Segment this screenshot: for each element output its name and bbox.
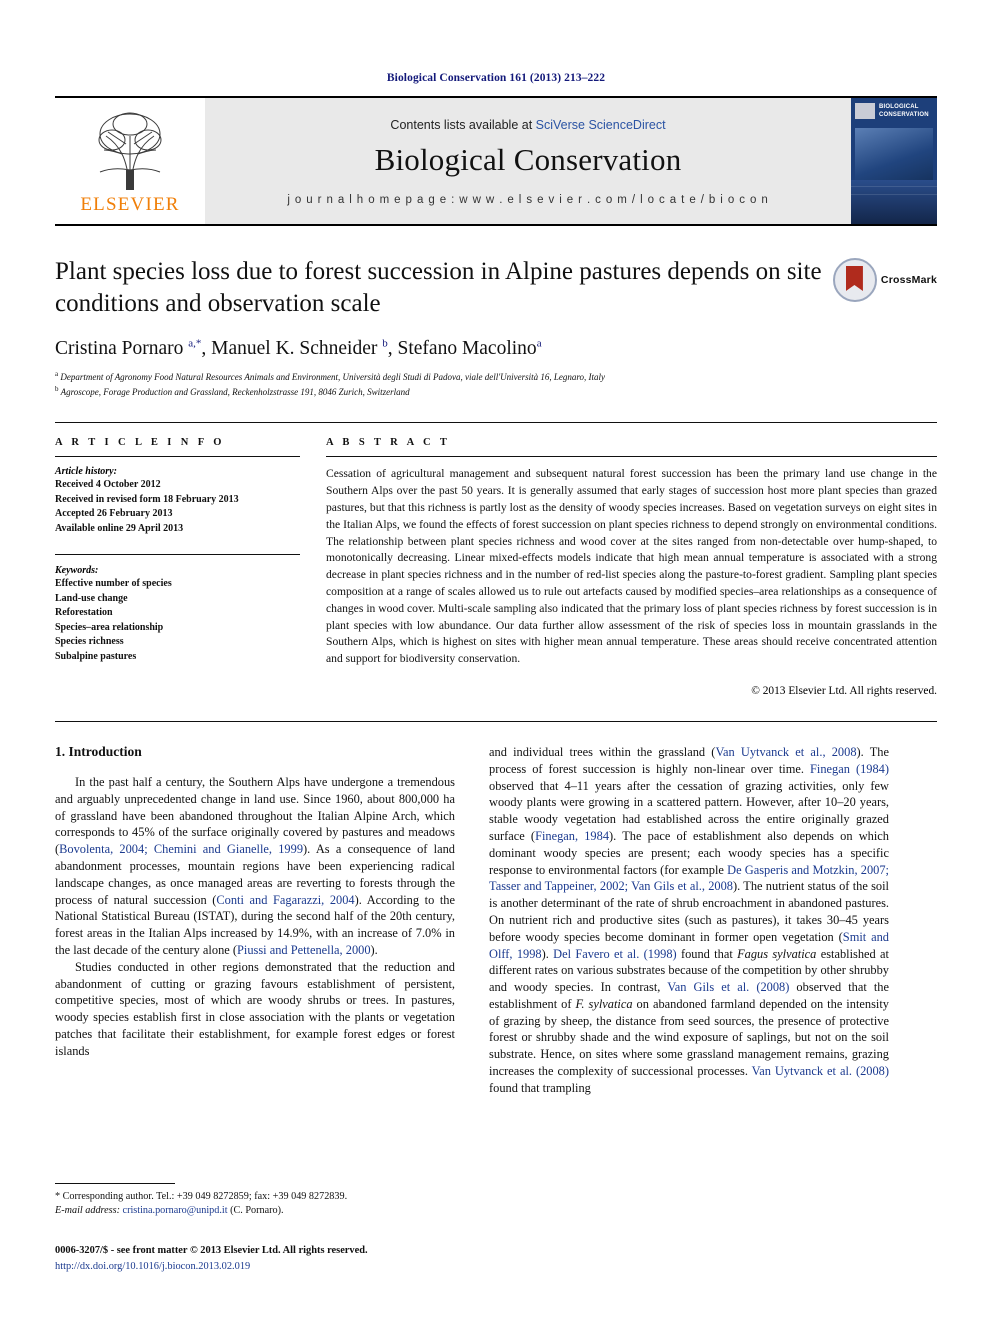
intro-left-text: In the past half a century, the Southern…: [55, 774, 455, 1060]
journal-homepage-line[interactable]: j o u r n a l h o m e p a g e : w w w . …: [287, 194, 768, 206]
history-item: Accepted 26 February 2013: [55, 508, 173, 520]
masthead-bottom-rule: [55, 224, 937, 226]
keywords-heading: Keywords:: [55, 565, 99, 577]
article-history-heading: Article history:: [55, 466, 117, 478]
citation-link[interactable]: Piussi and Pettenella, 2000: [237, 943, 371, 957]
intro-right-text: and individual trees within the grasslan…: [489, 744, 889, 1097]
affiliation-a-text: Department of Agronomy Food Natural Reso…: [60, 371, 606, 382]
email-note: E-mail address: cristina.pornaro@unipd.i…: [55, 1204, 455, 1218]
email-label: E-mail address:: [55, 1205, 120, 1217]
contents-list-line: Contents lists available at SciVerse Sci…: [390, 118, 665, 132]
keyword-item: Species richness: [55, 636, 124, 648]
para-run: found that trampling: [489, 1080, 591, 1095]
issn-copyright-line: 0006-3207/$ - see front matter © 2013 El…: [55, 1245, 368, 1256]
cover-title-text: BIOLOGICAL CONSERVATION: [879, 104, 929, 118]
keywords-rule: [55, 554, 300, 556]
paragraph: In the past half a century, the Southern…: [55, 774, 455, 959]
species-name: Fagus sylvatica: [737, 946, 817, 961]
footnote-rule: [55, 1183, 175, 1184]
citation-link[interactable]: Van Uytvanck et al. (2008): [752, 1064, 889, 1078]
journal-masthead: ELSEVIER Contents lists available at Sci…: [55, 96, 937, 224]
article-first-page: Biological Conservation 161 (2013) 213–2…: [0, 0, 992, 1323]
abstract-heading: A B S T R A C T: [326, 437, 451, 449]
contents-prefix: Contents lists available at: [390, 118, 536, 132]
sciencedirect-link[interactable]: SciVerse ScienceDirect: [536, 118, 666, 132]
email-suffix: (C. Pornaro).: [227, 1205, 284, 1217]
body-column-left: 1. Introduction In the past half a centu…: [55, 744, 455, 1097]
affiliation-b-text: Agroscope, Forage Production and Grassla…: [60, 387, 410, 398]
affiliation-a: a Department of Agronomy Food Natural Re…: [55, 369, 606, 382]
keyword-item: Reforestation: [55, 607, 113, 619]
email-link[interactable]: cristina.pornaro@unipd.it: [123, 1205, 228, 1216]
paragraph: and individual trees within the grasslan…: [489, 744, 889, 1097]
affiliation-b: b Agroscope, Forage Production and Grass…: [55, 385, 410, 398]
corresponding-author-note: * Corresponding author. Tel.: +39 049 82…: [55, 1191, 348, 1202]
footnote-area: * Corresponding author. Tel.: +39 049 82…: [55, 1183, 455, 1219]
para-run: found that: [676, 946, 738, 961]
para-run: ).: [370, 942, 378, 957]
history-item: Available online 29 April 2013: [55, 522, 184, 534]
footer-area: 0006-3207/$ - see front matter © 2013 El…: [55, 1243, 485, 1274]
crossmark-label: CrossMark: [880, 274, 937, 286]
abstract-body: Cessation of agricultural management and…: [326, 466, 937, 668]
citation-link[interactable]: Bovolenta, 2004; Chemini and Gianelle, 1…: [59, 842, 303, 856]
body-columns: 1. Introduction In the past half a centu…: [55, 744, 937, 1097]
cover-artwork: [855, 128, 933, 180]
elsevier-logo: ELSEVIER: [55, 98, 205, 224]
citation-link[interactable]: Van Gils et al. (2008): [667, 980, 789, 994]
body-top-rule: [55, 720, 937, 722]
keyword-item: Land-use change: [55, 592, 128, 604]
title-block: CrossMark Plant species loss due to fore…: [55, 256, 937, 400]
article-info-heading: A R T I C L E I N F O: [55, 437, 225, 449]
abstract-text: Cessation of agricultural management and…: [326, 467, 937, 666]
citation-link[interactable]: Finegan, 1984: [535, 829, 609, 843]
crossmark-icon: [832, 258, 877, 302]
citation-link[interactable]: Van Uytvanck et al., 2008: [715, 745, 856, 759]
elsevier-tree-icon: [82, 110, 178, 192]
info-abstract-row: A R T I C L E I N F O Article history: R…: [55, 423, 937, 697]
masthead-center: Contents lists available at SciVerse Sci…: [205, 98, 851, 224]
abstract-copyright: © 2013 Elsevier Ltd. All rights reserved…: [751, 684, 937, 697]
running-head: Biological Conservation 161 (2013) 213–2…: [386, 72, 606, 84]
doi-link[interactable]: http://dx.doi.org/10.1016/j.biocon.2013.…: [55, 1261, 250, 1272]
page-title: Plant species loss due to forest success…: [55, 258, 822, 317]
abstract-column: A B S T R A C T Cessation of agricultura…: [326, 437, 937, 697]
para-run: and individual trees within the grasslan…: [489, 744, 716, 759]
section-heading-introduction: 1. Introduction: [55, 743, 142, 759]
citation-link[interactable]: Conti and Fagarazzi, 2004: [216, 893, 354, 907]
doi-line: http://dx.doi.org/10.1016/j.biocon.2013.…: [55, 1259, 485, 1275]
journal-title: Biological Conservation: [374, 142, 682, 177]
history-item: Received in revised form 18 February 201…: [55, 493, 239, 505]
citation-link[interactable]: Finegan (1984): [810, 762, 889, 776]
authors-names: Cristina Pornaro a,*, Manuel K. Schneide…: [55, 337, 542, 359]
article-info-column: A R T I C L E I N F O Article history: R…: [55, 437, 300, 697]
history-item: Received 4 October 2012: [55, 479, 161, 491]
body-column-right: and individual trees within the grasslan…: [489, 744, 889, 1097]
affiliations: a Department of Agronomy Food Natural Re…: [55, 369, 937, 401]
article-info-rule: [55, 456, 300, 458]
journal-cover-thumbnail: BIOLOGICAL CONSERVATION: [851, 98, 937, 224]
crossmark-badge[interactable]: CrossMark: [832, 258, 937, 302]
elsevier-wordmark: ELSEVIER: [80, 194, 180, 215]
para-run: ).: [541, 946, 554, 961]
abstract-rule: [326, 456, 937, 458]
citation-link[interactable]: Del Favero et al. (1998): [553, 947, 677, 961]
keyword-item: Effective number of species: [55, 578, 172, 590]
species-name: F. sylvatica: [575, 996, 633, 1011]
keyword-item: Subalpine pastures: [55, 650, 137, 662]
cover-corner-square: [855, 103, 875, 119]
paragraph: Studies conducted in other regions demon…: [55, 959, 455, 1058]
author-list: Cristina Pornaro a,*, Manuel K. Schneide…: [55, 337, 937, 360]
keyword-item: Species–area relationship: [55, 621, 164, 633]
